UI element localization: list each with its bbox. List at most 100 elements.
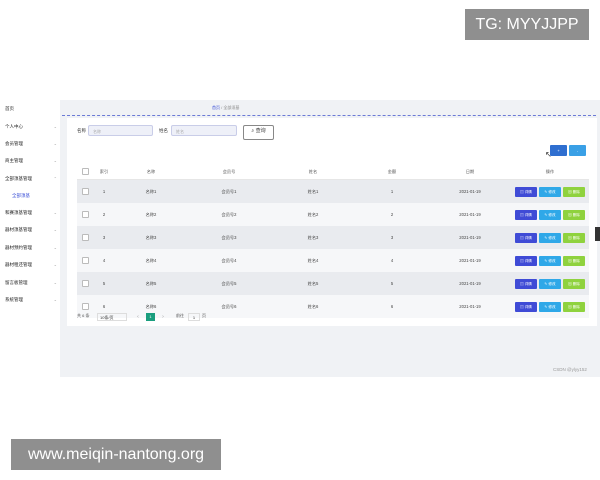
chevron-down-icon: ⌄ (53, 262, 57, 267)
delete-button[interactable]: ⊠ 删除 (563, 278, 585, 289)
detail-button[interactable]: ▤ 详情 (515, 232, 537, 243)
delete-button[interactable]: ⊠ 删除 (563, 209, 585, 220)
row-actions: ▤ 详情 ✎ 修改 ⊠ 删除 (511, 203, 589, 226)
goto-label: 前往 (176, 313, 184, 318)
side-drawer-handle[interactable] (595, 227, 600, 241)
chevron-down-icon: ⌄ (53, 158, 57, 163)
column-header[interactable]: 金额 (355, 164, 429, 180)
edit-button[interactable]: ✎ 修改 (539, 255, 561, 266)
chevron-down-icon: ⌄ (53, 124, 57, 129)
sidebar-item-merchants[interactable]: 商主管理 ⌄ (0, 154, 60, 168)
edit-button[interactable]: ✎ 修改 (539, 186, 561, 197)
add-button[interactable]: + (550, 145, 567, 156)
select-all-checkbox[interactable] (77, 164, 93, 180)
sidebar-item-label: 全部须基 (12, 193, 30, 198)
chevron-down-icon: ⌄ (53, 227, 57, 232)
sidebar-item-equipment-base[interactable]: 器材须基管理 ⌄ (0, 223, 60, 237)
breadcrumb-current: 全部须基 (223, 105, 240, 110)
detail-button[interactable]: ▤ 详情 (515, 278, 537, 289)
delete-button[interactable]: ⊠ 删除 (563, 301, 585, 312)
table-row: 1 名称1 会员号1 姓名1 1 2021-01-19 ▤ 详情 ✎ 修改 ⊠ 删除 (77, 179, 589, 203)
sidebar-item-label: 和赛须基管理 (5, 210, 32, 215)
row-actions: ▤ 详情 ✎ 修改 ⊠ 删除 (511, 295, 589, 318)
breadcrumb-home[interactable]: 首页 (212, 105, 220, 110)
row-checkbox[interactable] (77, 226, 93, 249)
goto-page-input[interactable]: 1 (188, 313, 200, 321)
delete-button[interactable]: ⊠ 删除 (563, 186, 585, 197)
page-suffix: 页 (202, 313, 206, 318)
chevron-down-icon: ⌄ (53, 141, 57, 146)
table-row: 2 名称2 会员号2 姓名2 2 2021-01-19 ▤ 详情 ✎ 修改 ⊠ 删除 (77, 203, 589, 226)
mouse-cursor-icon: ↖ (545, 150, 552, 159)
sidebar-item-label: 器材须基管理 (5, 227, 32, 232)
chevron-down-icon: ⌄ (53, 210, 57, 215)
detail-button[interactable]: ▤ 详情 (515, 255, 537, 266)
sidebar: 首页 个人中心 ⌄ 会员管理 ⌄ 商主管理 ⌄ 全部须基管理 ⌃ 全部须基 和赛须基管理… (0, 100, 60, 377)
sidebar-item-label: 会员管理 (5, 141, 23, 146)
edit-button[interactable]: ✎ 修改 (539, 278, 561, 289)
edit-button[interactable]: ✎ 修改 (539, 209, 561, 220)
table-row: 4 名称4 会员号4 姓名4 4 2021-01-19 ▤ 详情 ✎ 修改 ⊠ 删除 (77, 249, 589, 272)
batch-delete-button[interactable]: - (569, 145, 586, 156)
column-header: 操作 (511, 164, 589, 180)
row-actions: ▤ 详情 ✎ 修改 ⊠ 删除 (511, 272, 589, 295)
edit-button[interactable]: ✎ 修改 (539, 232, 561, 243)
column-header[interactable]: 姓名 (271, 164, 355, 180)
chevron-up-icon: ⌃ (53, 176, 57, 181)
table-row: 3 名称3 会员号3 姓名3 3 2021-01-19 ▤ 详情 ✎ 修改 ⊠ 删除 (77, 226, 589, 249)
row-checkbox[interactable] (77, 203, 93, 226)
search-icon: ⌕ (251, 128, 255, 134)
data-table: 索引 名称 会员号 姓名 金额 日期 操作 1 名称1 会员号1 姓名1 1 2… (77, 164, 589, 318)
next-page-icon[interactable]: › (159, 313, 167, 321)
delete-button[interactable]: ⊠ 删除 (563, 255, 585, 266)
name-search-input[interactable]: 名称 (88, 125, 153, 136)
prev-page-icon[interactable]: ‹ (134, 313, 142, 321)
search-button[interactable]: ⌕ 查询 (243, 125, 274, 140)
column-header[interactable]: 名称 (115, 164, 187, 180)
chevron-down-icon: ⌄ (53, 280, 57, 285)
person-label: 姓名 (159, 128, 168, 133)
delete-button[interactable]: ⊠ 删除 (563, 232, 585, 243)
row-actions: ▤ 详情 ✎ 修改 ⊠ 删除 (511, 249, 589, 272)
row-checkbox[interactable] (77, 272, 93, 295)
column-header[interactable]: 会员号 (187, 164, 271, 180)
detail-button[interactable]: ▤ 详情 (515, 209, 537, 220)
table-row: 5 名称5 会员号5 姓名5 5 2021-01-19 ▤ 详情 ✎ 修改 ⊠ 删除 (77, 272, 589, 295)
sidebar-item-label: 系统管理 (5, 297, 23, 302)
sidebar-item-equipment-booking[interactable]: 器材预约管理 ⌄ (0, 241, 60, 255)
person-search-input[interactable]: 姓名 (171, 125, 237, 136)
sidebar-item-label: 全部须基管理 (5, 176, 32, 181)
sidebar-item-messages[interactable]: 留言板管理 ⌄ (0, 276, 60, 290)
page-number-button[interactable]: 1 (146, 313, 155, 321)
breadcrumb: 首页 / 全部须基 (212, 105, 240, 110)
sidebar-subitem-all-base[interactable]: 全部须基 (0, 189, 60, 203)
sidebar-item-home[interactable]: 首页 (0, 102, 60, 116)
row-checkbox[interactable] (77, 179, 93, 203)
csdn-watermark: CSDN @ylyy152 (553, 367, 587, 372)
sidebar-item-label: 留言板管理 (5, 280, 28, 285)
chevron-down-icon: ⌄ (53, 245, 57, 250)
sidebar-item-label: 器材预约管理 (5, 245, 32, 250)
detail-button[interactable]: ▤ 详情 (515, 301, 537, 312)
telegram-overlay: TG: MYYJJPP (465, 9, 589, 40)
row-actions: ▤ 详情 ✎ 修改 ⊠ 删除 (511, 226, 589, 249)
sidebar-item-system[interactable]: 系统管理 ⌄ (0, 293, 60, 307)
sidebar-item-label: 个人中心 (5, 124, 23, 129)
sidebar-item-all-base[interactable]: 全部须基管理 ⌃ (0, 172, 60, 186)
sidebar-item-members[interactable]: 会员管理 ⌄ (0, 137, 60, 151)
pagination-total: 共 6 条 (77, 313, 90, 318)
sidebar-item-profile[interactable]: 个人中心 ⌄ (0, 120, 60, 134)
detail-button[interactable]: ▤ 详情 (515, 186, 537, 197)
name-label: 名称 (77, 128, 86, 133)
column-header[interactable]: 索引 (93, 164, 115, 180)
sidebar-item-match[interactable]: 和赛须基管理 ⌄ (0, 206, 60, 220)
row-checkbox[interactable] (77, 249, 93, 272)
sidebar-item-equipment-rental[interactable]: 器材租还管理 ⌄ (0, 258, 60, 272)
table-header-row: 索引 名称 会员号 姓名 金额 日期 操作 (77, 164, 589, 180)
page-size-select[interactable]: 10条/页 (97, 313, 127, 321)
column-header[interactable]: 日期 (429, 164, 511, 180)
edit-button[interactable]: ✎ 修改 (539, 301, 561, 312)
divider (62, 115, 596, 116)
sidebar-item-label: 首页 (5, 106, 14, 111)
sidebar-item-label: 商主管理 (5, 158, 23, 163)
